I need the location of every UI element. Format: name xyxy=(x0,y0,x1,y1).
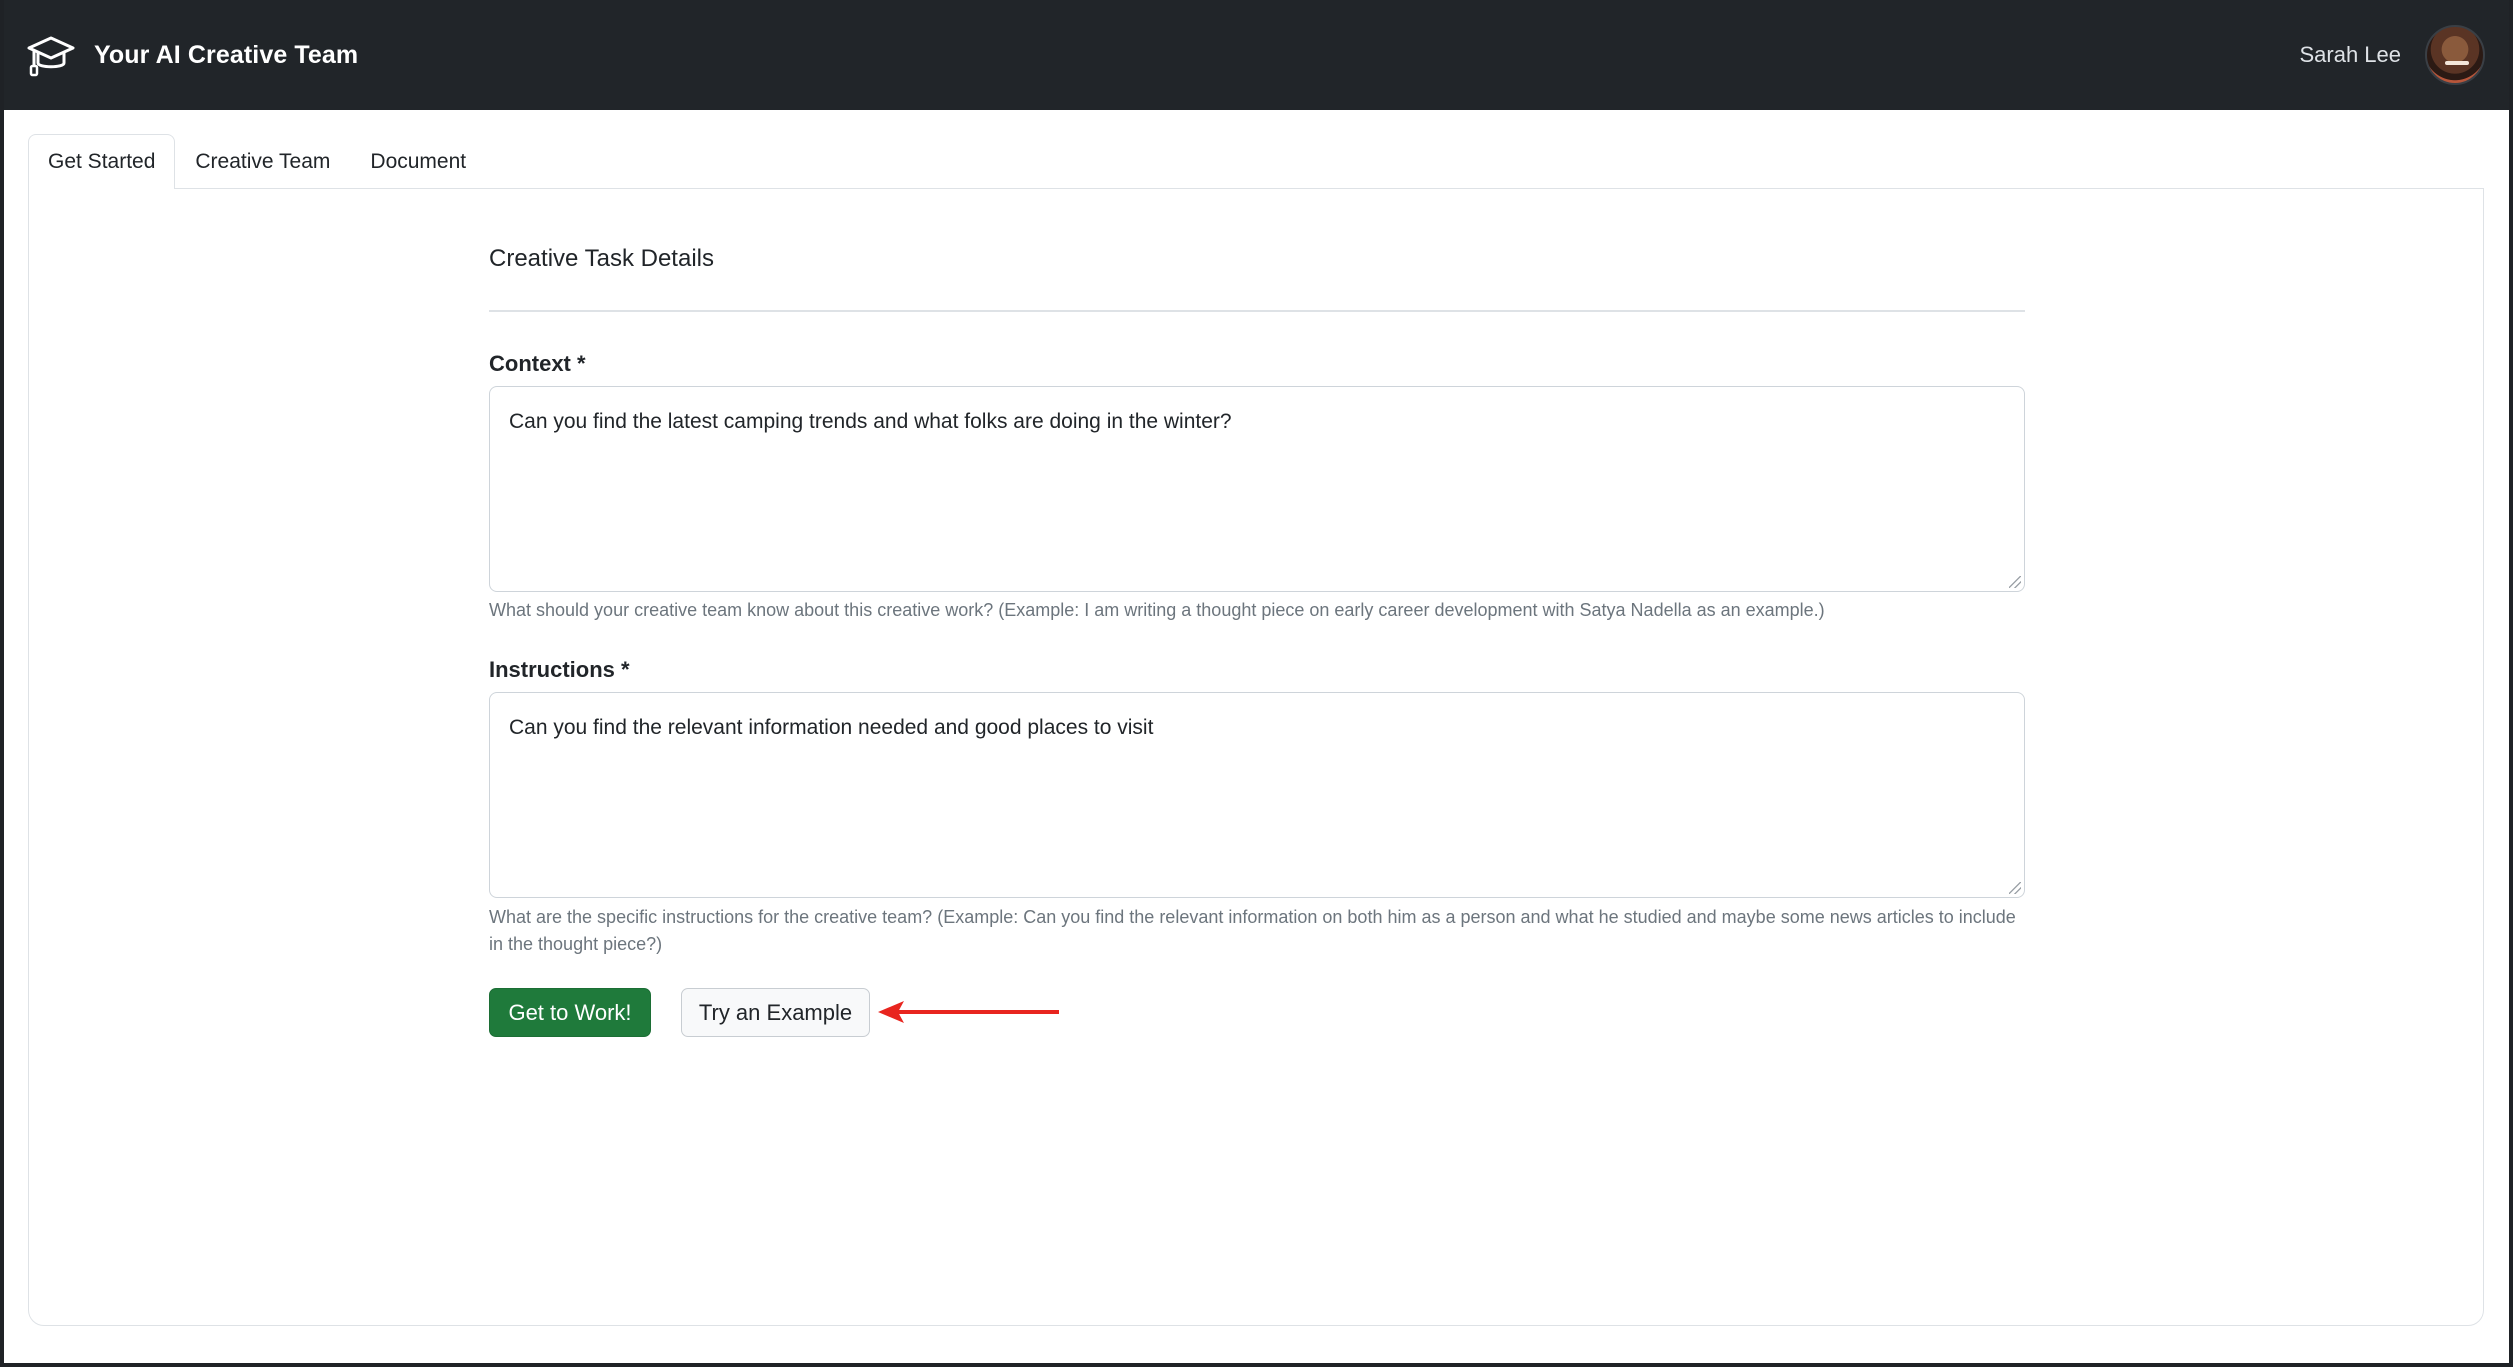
context-value: Can you find the latest camping trends a… xyxy=(509,410,1232,433)
avatar[interactable] xyxy=(2425,25,2485,85)
instructions-label: Instructions * xyxy=(489,657,630,682)
tab-get-started[interactable]: Get Started xyxy=(28,134,176,190)
annotation-arrow-icon xyxy=(878,1001,1059,1023)
divider xyxy=(489,310,2025,312)
instructions-help-text: What are the specific instructions for t… xyxy=(489,907,2016,954)
section-title: Creative Task Details xyxy=(489,245,714,272)
resize-handle[interactable] xyxy=(2009,882,2021,894)
app-title: Your AI Creative Team xyxy=(94,40,359,69)
graduation-cap-icon xyxy=(27,36,75,77)
instructions-value: Can you find the relevant information ne… xyxy=(509,716,1154,739)
tab-bar: Get Started Creative Team Document xyxy=(28,134,486,190)
user-menu[interactable]: Sarah Lee xyxy=(2299,25,2485,85)
resize-handle[interactable] xyxy=(2009,576,2021,588)
top-navbar: Your AI Creative Team Sarah Lee xyxy=(0,0,2513,110)
brand[interactable]: Your AI Creative Team xyxy=(26,32,358,78)
tab-document[interactable]: Document xyxy=(350,134,486,189)
tab-creative-team[interactable]: Creative Team xyxy=(175,134,350,189)
instructions-textarea[interactable]: Can you find the relevant information ne… xyxy=(489,692,2025,898)
task-form: Creative Task Details Context * Can you … xyxy=(489,245,2025,1037)
try-example-button[interactable]: Try an Example xyxy=(681,988,870,1037)
user-name: Sarah Lee xyxy=(2299,42,2401,67)
context-help-text: What should your creative team know abou… xyxy=(489,600,1825,620)
context-textarea[interactable]: Can you find the latest camping trends a… xyxy=(489,386,2025,592)
context-label: Context * xyxy=(489,351,586,376)
get-to-work-button[interactable]: Get to Work! xyxy=(489,988,651,1037)
